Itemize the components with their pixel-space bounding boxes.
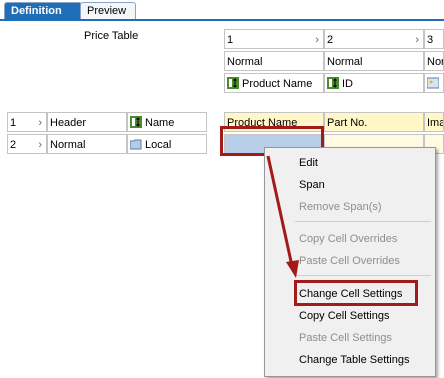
callout-arrow (266, 155, 299, 278)
